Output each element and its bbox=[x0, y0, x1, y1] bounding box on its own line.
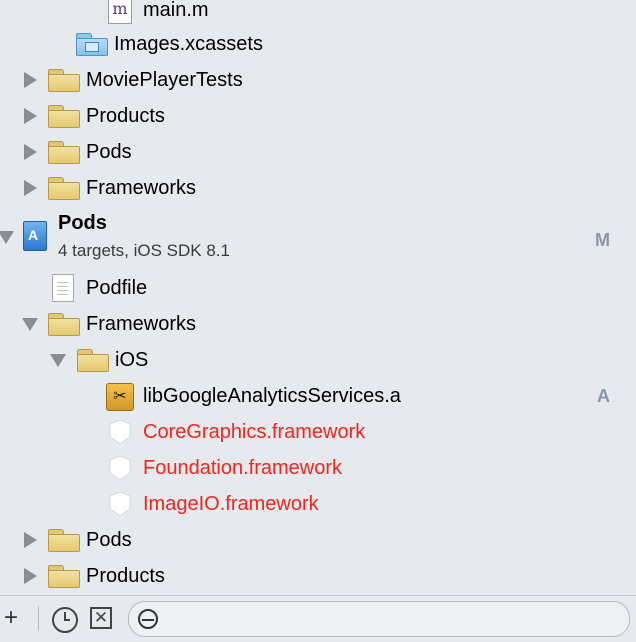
scm-status-icon[interactable]: ✕ bbox=[90, 607, 112, 629]
document-icon bbox=[52, 274, 74, 302]
navigator-item-coregraphics-framework[interactable]: CoreGraphics.framework bbox=[0, 414, 636, 450]
item-label: main.m bbox=[143, 0, 209, 21]
divider bbox=[38, 606, 39, 630]
navigator-item-products-2[interactable]: Products bbox=[0, 558, 636, 594]
filter-icon[interactable] bbox=[138, 609, 158, 629]
folder-icon bbox=[77, 349, 109, 372]
disclosure-triangle-icon[interactable] bbox=[24, 532, 37, 548]
folder-icon bbox=[48, 141, 80, 164]
item-label: libGoogleAnalyticsServices.a bbox=[143, 384, 401, 407]
framework-icon bbox=[109, 491, 131, 517]
navigator-item-products[interactable]: Products bbox=[0, 98, 636, 134]
scm-status-badge: M bbox=[595, 230, 610, 250]
navigator-item-movieplayertests[interactable]: MoviePlayerTests bbox=[0, 62, 636, 98]
item-label: iOS bbox=[115, 348, 149, 371]
navigator-item-pods-project[interactable]: Pods 4 targets, iOS SDK 8.1 M bbox=[0, 208, 636, 264]
folder-icon bbox=[48, 565, 80, 588]
item-label: Frameworks bbox=[86, 176, 197, 199]
disclosure-triangle-icon[interactable] bbox=[24, 180, 37, 196]
navigator-item-foundation-framework[interactable]: Foundation.framework bbox=[0, 450, 636, 486]
folder-icon bbox=[48, 69, 80, 92]
navigator-item-pods[interactable]: Pods bbox=[0, 134, 636, 170]
navigator-item-imageio-framework[interactable]: ImageIO.framework bbox=[0, 486, 636, 522]
xcassets-folder-icon bbox=[76, 33, 108, 56]
navigator-item-pods-2[interactable]: Pods bbox=[0, 522, 636, 558]
folder-icon bbox=[48, 529, 80, 552]
navigator-item-frameworks[interactable]: Frameworks bbox=[0, 170, 636, 206]
recent-files-clock-icon[interactable] bbox=[52, 607, 78, 633]
project-icon bbox=[23, 221, 47, 251]
framework-icon bbox=[109, 455, 131, 481]
disclosure-triangle-icon[interactable] bbox=[24, 72, 37, 88]
item-label: ImageIO.framework bbox=[143, 492, 319, 515]
folder-icon bbox=[48, 313, 80, 336]
item-label: Frameworks bbox=[86, 312, 197, 335]
navigator-item-images-xcassets[interactable]: Images.xcassets bbox=[0, 26, 636, 62]
item-label: MoviePlayerTests bbox=[86, 68, 243, 91]
folder-icon bbox=[48, 177, 80, 200]
item-label: Podfile bbox=[86, 276, 148, 299]
item-label: Pods bbox=[86, 528, 132, 551]
m-file-icon: m bbox=[108, 0, 132, 24]
library-icon: ✂ bbox=[106, 383, 134, 411]
navigator-item-frameworks-open[interactable]: Frameworks bbox=[0, 306, 636, 342]
navigator-item-main-m[interactable]: m main.m bbox=[0, 0, 636, 28]
disclosure-triangle-icon[interactable] bbox=[50, 354, 66, 367]
disclosure-triangle-icon[interactable] bbox=[22, 318, 38, 331]
item-label: Products bbox=[86, 564, 165, 587]
item-label: Products bbox=[86, 104, 165, 127]
item-label: Foundation.framework bbox=[143, 456, 342, 479]
folder-icon bbox=[48, 105, 80, 128]
navigator-item-podfile[interactable]: Podfile bbox=[0, 270, 636, 306]
item-label: Images.xcassets bbox=[114, 32, 263, 55]
add-icon[interactable]: + bbox=[4, 604, 18, 632]
project-name: Pods bbox=[58, 212, 107, 234]
disclosure-triangle-icon[interactable] bbox=[24, 568, 37, 584]
navigator-item-ios[interactable]: iOS bbox=[0, 342, 636, 378]
item-label: Pods bbox=[86, 140, 132, 163]
navigator-filter-bar: + ✕ bbox=[0, 595, 636, 642]
disclosure-triangle-icon[interactable] bbox=[24, 108, 37, 124]
disclosure-triangle-icon[interactable] bbox=[24, 144, 37, 160]
disclosure-triangle-icon[interactable] bbox=[0, 231, 14, 244]
filter-field[interactable] bbox=[128, 601, 630, 637]
item-label: CoreGraphics.framework bbox=[143, 420, 366, 443]
scm-status-badge: A bbox=[597, 385, 610, 406]
framework-icon bbox=[109, 419, 131, 445]
navigator-item-libgoogleanalyticsservices[interactable]: ✂ libGoogleAnalyticsServices.a A bbox=[0, 378, 636, 414]
project-subtitle: 4 targets, iOS SDK 8.1 bbox=[58, 241, 230, 260]
